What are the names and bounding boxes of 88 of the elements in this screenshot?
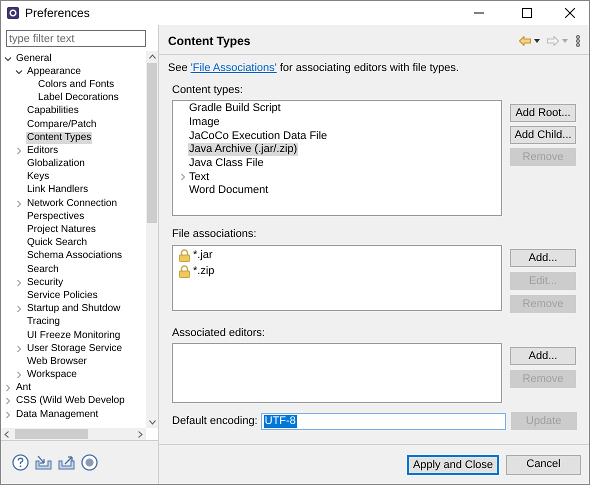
tree-item[interactable]: Web Browser [26,356,88,368]
content-type-item[interactable]: Java Archive (.jar/.zip) [188,143,298,156]
tree-item[interactable]: Editors [26,144,60,157]
record-icon[interactable] [81,454,98,471]
file-association-item[interactable]: *.jar [192,249,214,262]
maximize-icon[interactable] [522,8,532,18]
content-types-label: Content types: [172,82,244,98]
tree-item[interactable]: Service Policies [26,290,99,302]
tree-item[interactable]: CSS (Wild Web Develop [15,395,126,408]
tree-item[interactable]: Workspace [26,369,78,382]
scroll-down-icon[interactable] [148,420,156,425]
dropdown-icon[interactable] [534,38,540,42]
action-button[interactable]: Add Root... [510,104,576,122]
encoding-label: Default encoding: [172,414,258,429]
tree-item[interactable]: Ant [15,382,32,394]
filter-field[interactable]: type filter text [6,30,146,47]
tree-item[interactable]: General [15,52,53,65]
scroll-thumb[interactable] [15,429,88,439]
lock-icon [179,265,190,278]
app-icon [7,7,19,19]
export-icon[interactable] [58,455,75,470]
file-associations-list[interactable]: *.jar *.zip [172,244,502,310]
tree-item[interactable]: Appearance [26,66,82,78]
action-button[interactable]: Add... [510,248,576,266]
more-icon[interactable] [576,34,580,46]
tree-item[interactable]: Label Decorations [37,92,120,104]
tree-item[interactable]: Content Types [26,132,92,144]
lock-icon [179,249,190,262]
forward-arrow-icon[interactable] [547,36,559,46]
cancel-button[interactable]: Cancel [506,454,581,474]
tree-item[interactable]: Colors and Fonts [37,78,116,91]
content-type-item[interactable]: JaCoCo Execution Data File [188,130,328,143]
tree-item[interactable]: Data Management [15,408,100,421]
expanded-chevron-icon[interactable] [15,68,23,76]
help-icon[interactable] [12,454,29,471]
tree-item[interactable]: Compare/Patch [26,118,98,131]
tree-item[interactable]: Link Handlers [26,184,90,196]
content-type-item[interactable]: Image [188,116,221,130]
content-type-item[interactable]: Gradle Build Script [188,102,282,116]
horizontal-scrollbar[interactable] [1,428,146,440]
action-button[interactable]: Add... [510,347,576,365]
content-type-item[interactable]: Word Document [188,184,270,198]
collapsed-chevron-icon[interactable] [4,384,12,392]
tree-item[interactable]: Search [26,264,60,276]
collapsed-chevron-icon[interactable] [15,278,23,287]
tree-item[interactable]: Security [26,276,64,289]
file-associations-label: File associations: [172,227,258,242]
collapsed-chevron-icon[interactable] [15,200,23,208]
tree-item[interactable]: Perspectives [26,210,86,223]
collapsed-chevron-icon[interactable] [4,410,12,419]
tree-item[interactable]: Globalization [26,158,86,170]
collapsed-chevron-icon[interactable] [4,397,12,406]
intro-text: See 'File Associations' for associating editors with file types. [168,61,460,76]
tree-item[interactable]: Capabilities [26,105,80,118]
tree-item[interactable]: Tracing [26,316,61,328]
action-button[interactable]: Add Child... [510,126,576,144]
close-icon[interactable] [565,8,575,18]
file-association-item[interactable]: *.zip [192,265,216,278]
window-title: Preferences [25,5,90,22]
scroll-up-icon[interactable] [148,54,156,59]
scroll-right-icon[interactable] [138,430,143,438]
tree-item[interactable]: Keys [26,171,50,184]
page-title: Content Types [168,32,250,50]
collapsed-chevron-icon[interactable] [179,173,187,182]
collapsed-chevron-icon[interactable] [15,305,23,314]
associated-editors-list[interactable] [172,343,502,403]
tree-item[interactable]: Network Connection [26,198,118,210]
tree-item[interactable]: UI Freeze Monitoring [26,330,122,342]
content-type-item[interactable]: Java Class File [188,157,265,170]
tree-item[interactable]: Project Natures [26,224,97,236]
associated-editors-label: Associated editors: [172,326,266,340]
import-icon[interactable] [35,455,52,470]
tree-item[interactable]: User Storage Service [26,342,124,355]
tree-item[interactable]: Startup and Shutdow [26,303,122,316]
encoding-field[interactable]: UTF-8 [260,412,506,430]
scroll-thumb[interactable] [147,63,157,223]
expanded-chevron-icon[interactable] [4,54,12,63]
content-type-item[interactable]: Text [188,170,210,184]
scroll-left-icon[interactable] [4,430,9,438]
collapsed-chevron-icon[interactable] [15,371,23,380]
vertical-scrollbar[interactable] [146,51,158,428]
tree-item[interactable]: Quick Search [26,237,88,250]
tree-item[interactable]: Schema Associations [26,250,124,262]
content-types-list[interactable]: Gradle Build Script Image JaCoCo Execution Data File Java Archive (.jar/.zip) Java Class File Text Word Document [172,100,502,216]
apply-and-close-button[interactable]: Apply and Close [407,454,499,474]
collapsed-chevron-icon[interactable] [15,146,23,155]
file-associations-link[interactable]: 'File Associations' [190,62,277,74]
collapsed-chevron-icon[interactable] [15,344,23,353]
